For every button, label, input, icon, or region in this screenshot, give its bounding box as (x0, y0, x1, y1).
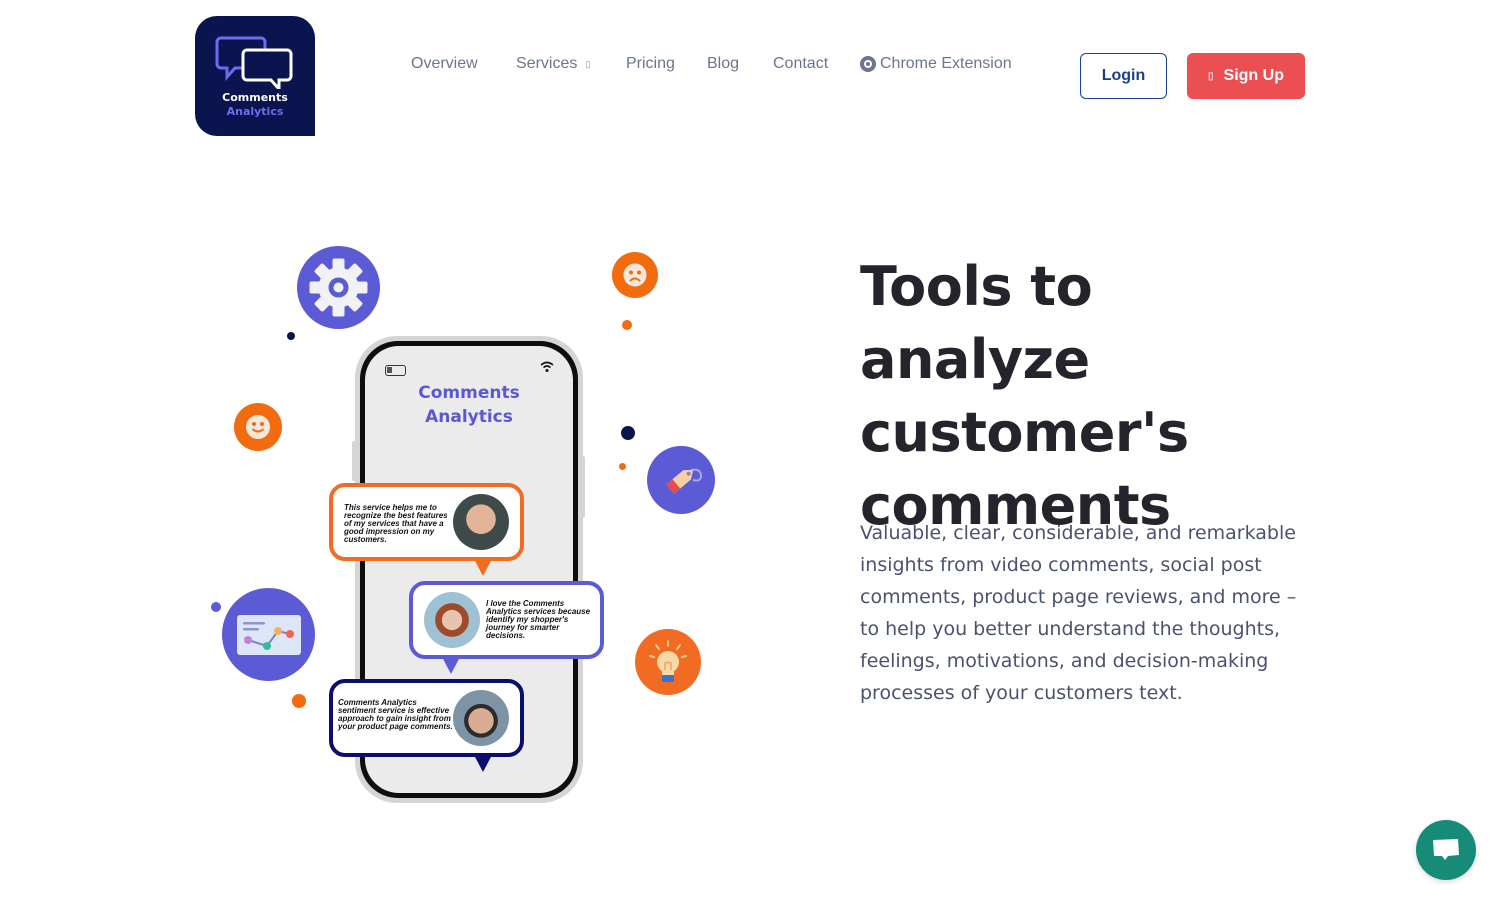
bubble-tail (474, 559, 492, 576)
nav-overview[interactable]: Overview (411, 55, 478, 73)
avatar (453, 690, 509, 746)
testimonial-text: I love the Comments Analytics services b… (486, 599, 591, 640)
testimonial-text: Comments Analytics sentiment service is … (338, 698, 453, 731)
chart-card-icon (237, 615, 301, 655)
smile-face-icon (246, 415, 270, 439)
decor-dot (211, 602, 221, 612)
chat-widget-button[interactable] (1416, 820, 1476, 880)
decor-dot (292, 694, 306, 708)
nav-chrome-extension-label: Chrome Extension (880, 55, 1012, 72)
nav-contact[interactable]: Contact (773, 55, 828, 73)
chat-bubbles-logo-icon (215, 36, 293, 89)
phone-side-button (581, 456, 585, 518)
chat-bubble-icon (1433, 839, 1459, 860)
bulb-badge (635, 629, 701, 695)
gear-badge (297, 246, 380, 329)
wifi-icon (540, 361, 554, 376)
decor-dot (621, 426, 635, 440)
smile-badge (234, 403, 282, 451)
phone-title-line2: Analytics (425, 407, 513, 427)
nav-blog[interactable]: Blog (707, 55, 739, 73)
nav-services-label: Services (516, 55, 578, 72)
hero-title: Tools to analyze customer's comments (860, 255, 1189, 537)
testimonial-bubble: I love the Comments Analytics services b… (409, 581, 604, 659)
decor-dot (619, 463, 626, 470)
brand-logo[interactable]: Comments Analytics (195, 16, 315, 136)
bubble-tail (474, 755, 492, 772)
sad-badge (612, 252, 658, 298)
phone-side-button (352, 441, 356, 481)
login-label: Login (1101, 67, 1146, 84)
logo-text-analytics: Analytics (226, 105, 284, 118)
user-plus-icon: ▯ (1208, 70, 1214, 82)
signup-button[interactable]: ▯ Sign Up (1187, 53, 1305, 99)
signup-label: Sign Up (1223, 67, 1284, 84)
testimonial-bubble: This service helps me to recognize the b… (329, 483, 524, 561)
nav-blog-label: Blog (707, 55, 740, 72)
nav-pricing-label: Pricing (626, 55, 675, 72)
hero-description: Valuable, clear, considerable, and remar… (860, 522, 1297, 704)
testimonial-bubble: Comments Analytics sentiment service is … (329, 679, 524, 757)
battery-icon (385, 365, 406, 376)
phone-title-line1: Comments (418, 383, 520, 403)
nav-services[interactable]: Services ▯ (516, 55, 590, 73)
chart-badge (222, 588, 315, 681)
avatar (424, 592, 480, 648)
nav-pricing[interactable]: Pricing (626, 55, 675, 73)
bubble-tail (442, 657, 460, 674)
logo-text-comments: Comments (222, 91, 288, 104)
price-tag-icon (666, 468, 703, 494)
login-button[interactable]: Login (1080, 53, 1167, 99)
phone-app-title: Comments Analytics (365, 381, 573, 429)
tag-badge (647, 446, 715, 514)
sad-face-icon (623, 263, 647, 287)
nav-chrome-extension[interactable]: Chrome Extension (860, 55, 1012, 73)
avatar (453, 494, 509, 550)
nav-contact-label: Contact (773, 55, 829, 72)
nav-overview-label: Overview (411, 55, 478, 72)
chevron-down-icon: ▯ (585, 58, 591, 69)
decor-dot (622, 320, 632, 330)
decor-dot (287, 332, 295, 340)
gear-icon (309, 258, 368, 317)
lightbulb-icon (649, 640, 687, 682)
chrome-icon (860, 56, 876, 72)
testimonial-text: This service helps me to recognize the b… (344, 503, 448, 544)
